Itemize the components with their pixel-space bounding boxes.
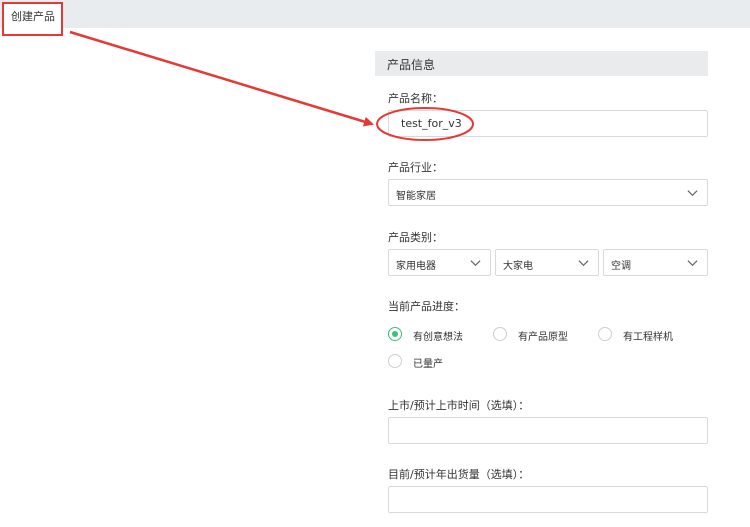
product-industry-select[interactable]: 智能家居	[388, 179, 708, 206]
progress-radio-mass-production[interactable]	[388, 354, 402, 368]
chevron-down-icon	[687, 190, 698, 197]
progress-radio-prototype[interactable]	[493, 327, 507, 341]
chevron-down-icon	[470, 260, 481, 267]
product-name-input[interactable]: test_for_v3	[388, 110, 708, 137]
category-level3-value: 空调	[611, 261, 631, 272]
product-industry-value: 智能家居	[396, 191, 436, 202]
product-category-label: 产品类别：	[388, 231, 443, 244]
annual-volume-label: 目前/预计年出货量（选填）：	[388, 468, 530, 481]
category-level2-select[interactable]: 大家电	[495, 249, 599, 276]
create-product-tab[interactable]: 创建产品	[2, 2, 63, 36]
section-title: 产品信息	[387, 58, 436, 72]
annual-volume-input[interactable]	[388, 486, 708, 513]
product-name-label: 产品名称：	[388, 92, 443, 105]
category-level2-value: 大家电	[503, 261, 533, 272]
progress-option-mass-production: 已量产	[413, 359, 443, 370]
progress-radio-engineering-sample[interactable]	[598, 327, 612, 341]
chevron-down-icon	[687, 260, 698, 267]
progress-radio-idea[interactable]	[388, 327, 402, 341]
top-bar	[0, 0, 750, 28]
progress-option-prototype: 有产品原型	[518, 332, 568, 343]
create-product-tab-label: 创建产品	[11, 10, 55, 23]
chevron-down-icon	[578, 260, 589, 267]
product-name-value: test_for_v3	[401, 117, 462, 130]
annotation-arrow	[69, 30, 374, 127]
progress-option-engineering-sample: 有工程样机	[623, 332, 673, 343]
category-level3-select[interactable]: 空调	[603, 249, 708, 276]
launch-time-label: 上市/预计上市时间（选填）：	[388, 399, 530, 412]
category-level1-select[interactable]: 家用电器	[388, 249, 491, 276]
progress-option-idea: 有创意想法	[413, 332, 463, 343]
category-level1-value: 家用电器	[396, 261, 436, 272]
launch-time-input[interactable]	[388, 417, 708, 444]
section-header: 产品信息	[375, 51, 708, 76]
product-progress-label: 当前产品进度：	[388, 300, 465, 313]
product-industry-label: 产品行业：	[388, 161, 443, 174]
